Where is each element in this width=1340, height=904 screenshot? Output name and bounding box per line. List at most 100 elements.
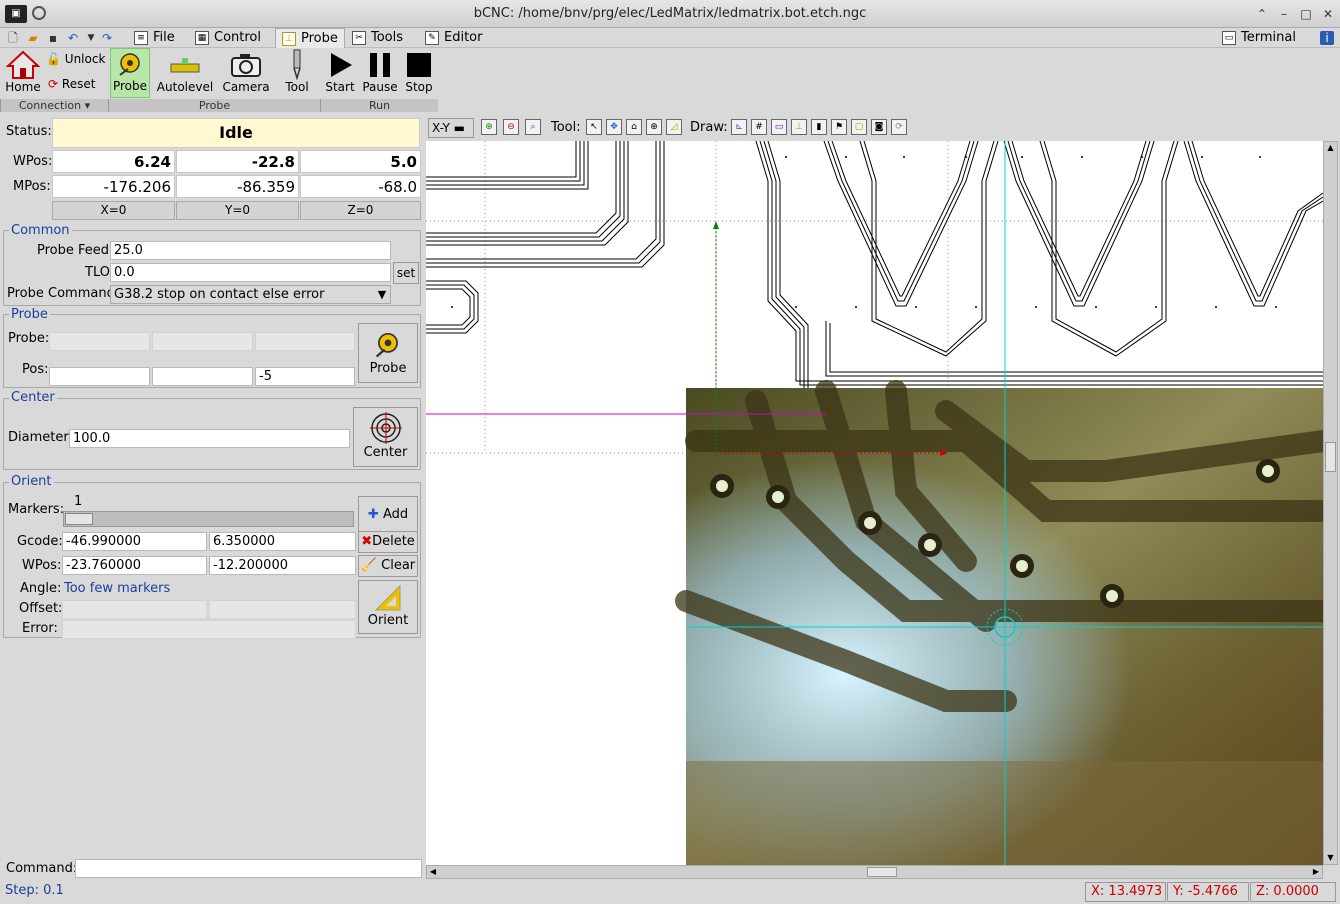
tool-path-icon[interactable]: ▮ bbox=[811, 119, 827, 135]
zero-z-button[interactable]: Z=0 bbox=[300, 201, 421, 220]
camera-button[interactable]: Camera bbox=[220, 50, 272, 98]
offset-x-value bbox=[62, 600, 207, 619]
unlock-button[interactable]: 🔓 Unlock bbox=[46, 52, 106, 70]
tab-control[interactable]: ▦ Control bbox=[189, 28, 267, 48]
markers-slider[interactable] bbox=[63, 511, 354, 527]
zoom-out-icon[interactable]: ⊖ bbox=[503, 119, 519, 135]
camera-view-icon[interactable]: ◙ bbox=[871, 119, 887, 135]
margins-icon[interactable]: ▭ bbox=[771, 119, 787, 135]
probe-command-select[interactable]: G38.2 stop on contact else error bbox=[110, 285, 391, 304]
tab-terminal[interactable]: ▭ Terminal bbox=[1216, 28, 1302, 48]
probe-tape-icon bbox=[119, 53, 140, 76]
pause-button[interactable]: Pause bbox=[360, 50, 400, 98]
probe-pos-z[interactable]: -5 bbox=[255, 367, 355, 386]
select-pointer-icon[interactable]: ↖ bbox=[586, 119, 602, 135]
zoom-in-icon[interactable]: ⊕ bbox=[481, 119, 497, 135]
horizontal-scrollbar[interactable]: ◀ ▶ bbox=[426, 865, 1323, 879]
gcode-canvas[interactable] bbox=[426, 141, 1323, 865]
clear-markers-button[interactable]: 🧹 Clear bbox=[358, 555, 418, 577]
status-value: Idle bbox=[52, 118, 420, 148]
horizontal-scroll-thumb[interactable] bbox=[867, 867, 897, 877]
pan-icon[interactable]: ✥ bbox=[606, 119, 622, 135]
orient-wpos-y-input[interactable]: -12.200000 bbox=[209, 556, 356, 575]
orient-button[interactable]: Orient bbox=[358, 580, 418, 634]
wpos-x: 6.24 bbox=[52, 150, 175, 173]
home-button[interactable]: Home bbox=[3, 50, 43, 98]
view-select[interactable]: X-Y ▬ bbox=[428, 118, 474, 138]
orient-wpos-x-input[interactable]: -23.760000 bbox=[62, 556, 207, 575]
axes-icon[interactable]: ⊾ bbox=[731, 119, 747, 135]
common-legend: Common bbox=[9, 223, 72, 238]
scroll-right-icon[interactable]: ▶ bbox=[1310, 866, 1322, 878]
tlo-set-button[interactable]: set bbox=[393, 262, 419, 284]
tab-probe[interactable]: ⊥ Probe bbox=[275, 28, 345, 48]
probe-button[interactable]: Probe bbox=[358, 323, 418, 383]
scroll-down-icon[interactable]: ▼ bbox=[1324, 852, 1337, 864]
probe-icon: ⊥ bbox=[282, 31, 296, 46]
new-file-icon[interactable]: 🗋 bbox=[6, 31, 20, 45]
pause-icon bbox=[370, 53, 390, 77]
redraw-icon[interactable]: ⟳ bbox=[891, 119, 907, 135]
tlo-input[interactable]: 0.0 bbox=[110, 263, 391, 282]
probe-pos-y[interactable] bbox=[152, 367, 253, 386]
reset-icon: ⟳ bbox=[48, 77, 59, 91]
plus-icon: ✚ bbox=[367, 507, 379, 522]
error-value bbox=[62, 620, 356, 639]
scroll-left-icon[interactable]: ◀ bbox=[427, 866, 439, 878]
probe-result-x bbox=[49, 332, 150, 351]
vertical-scrollbar[interactable]: ▲ ▼ bbox=[1323, 141, 1338, 865]
zero-y-button[interactable]: Y=0 bbox=[176, 201, 299, 220]
origin-icon[interactable]: ⌂ bbox=[626, 119, 642, 135]
canvas-toolbar: X-Y ▬ ⊕ ⊖ ⌕ Tool: ↖ ✥ ⌂ ⊕ ◿ Draw: ⊾ # ▭ … bbox=[426, 116, 1340, 140]
command-label: Command: bbox=[6, 861, 78, 876]
zero-x-button[interactable]: X=0 bbox=[52, 201, 175, 220]
offset-y-value bbox=[209, 600, 356, 619]
restore-icon[interactable]: – bbox=[1276, 6, 1292, 22]
group-connection[interactable]: Connection ▾ bbox=[0, 99, 108, 112]
probe-map-icon[interactable]: ▢ bbox=[851, 119, 867, 135]
gcode-x-input[interactable]: -46.990000 bbox=[62, 532, 207, 551]
dropdown-icon[interactable]: ▼ bbox=[84, 31, 98, 45]
help-icon[interactable]: i bbox=[1320, 31, 1334, 45]
workarea-icon[interactable]: ⊥ bbox=[791, 119, 807, 135]
tool-button[interactable]: Tool bbox=[278, 48, 316, 98]
grid-icon[interactable]: # bbox=[751, 119, 767, 135]
autolevel-button[interactable]: Autolevel bbox=[156, 50, 214, 98]
minimize-icon[interactable]: ⌃ bbox=[1254, 6, 1270, 22]
center-button[interactable]: Center bbox=[353, 407, 418, 467]
move-crosshair-icon[interactable]: ⊕ bbox=[646, 119, 662, 135]
tab-editor[interactable]: ✎ Editor bbox=[419, 28, 488, 48]
diameter-input[interactable]: 100.0 bbox=[69, 429, 350, 448]
markers-slider-handle[interactable] bbox=[65, 513, 93, 525]
maximize-icon[interactable]: □ bbox=[1298, 6, 1314, 22]
add-marker-button[interactable]: ✚ Add bbox=[358, 496, 418, 534]
zoom-fit-icon[interactable]: ⌕ bbox=[525, 119, 541, 135]
tab-file[interactable]: ≡ File bbox=[128, 28, 181, 48]
delete-marker-button[interactable]: ✖Delete bbox=[358, 531, 418, 553]
close-icon[interactable]: ✕ bbox=[1320, 6, 1336, 22]
save-icon[interactable]: ▪ bbox=[46, 31, 60, 45]
chevron-down-icon[interactable]: ▼ bbox=[374, 286, 390, 303]
start-button[interactable]: Start bbox=[322, 50, 358, 98]
cursor-x: X: 13.4973 bbox=[1085, 882, 1166, 902]
file-icon: ≡ bbox=[134, 31, 148, 45]
redo-icon[interactable]: ↷ bbox=[100, 31, 114, 45]
reset-button[interactable]: ⟳ Reset bbox=[48, 77, 106, 95]
tab-tools[interactable]: ✂ Tools bbox=[346, 28, 409, 48]
vertical-scroll-thumb[interactable] bbox=[1325, 442, 1336, 472]
ruler-icon[interactable]: ◿ bbox=[666, 119, 682, 135]
stop-button[interactable]: Stop bbox=[402, 50, 436, 98]
gcode-y-input[interactable]: 6.350000 bbox=[209, 532, 356, 551]
undo-icon[interactable]: ↶ bbox=[66, 31, 80, 45]
probe-ribbon-button[interactable]: Probe bbox=[110, 48, 150, 98]
probe-feed-input[interactable]: 25.0 bbox=[110, 241, 391, 260]
diameter-label: Diameter: bbox=[8, 430, 73, 445]
left-panel: Status: Idle WPos: 6.24 -22.8 5.0 MPos: … bbox=[0, 112, 426, 882]
target-icon bbox=[369, 412, 402, 444]
rapid-move-icon[interactable]: ⚑ bbox=[831, 119, 847, 135]
open-file-icon[interactable]: ▰ bbox=[26, 31, 40, 45]
scroll-up-icon[interactable]: ▲ bbox=[1324, 142, 1337, 154]
command-input[interactable] bbox=[75, 859, 422, 878]
mpos-label: MPos: bbox=[13, 179, 51, 194]
probe-pos-x[interactable] bbox=[49, 367, 150, 386]
